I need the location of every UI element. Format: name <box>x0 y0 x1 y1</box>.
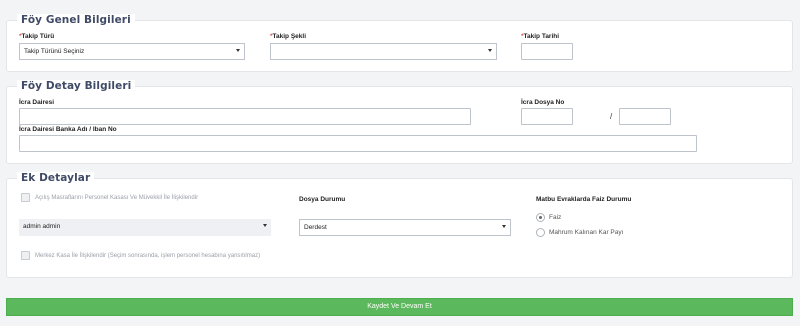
kar-payi-radio-label: Mahrum Kalınan Kar Payı <box>549 229 624 236</box>
foy-detay-legend: Föy Detay Bilgileri <box>17 80 136 92</box>
dosya-no-separator: / <box>610 112 613 121</box>
dosya-durumu-label: Dosya Durumu <box>299 196 346 203</box>
banka-iban-label: İcra Dairesi Banka Adı / Iban No <box>19 126 117 133</box>
masraf-checkbox-label: Açılış Masraflarını Personel Kasası Ve M… <box>35 195 199 201</box>
takip-tarihi-input[interactable] <box>521 43 573 60</box>
dosya-durumu-select[interactable]: Derdest <box>299 219 511 236</box>
takip-turu-label: *Takip Türü <box>19 33 55 40</box>
takip-turu-select[interactable]: Takip Türünü Seçiniz <box>19 43 245 60</box>
faiz-durumu-label: Matbu Evraklarda Faiz Durumu <box>536 196 632 203</box>
takip-sekli-label: *Takip Şekli <box>270 33 307 40</box>
banka-iban-input[interactable] <box>19 135 697 152</box>
merkez-kasa-checkbox-label: Merkez Kasa İle İlişkilendir (Seçim sonr… <box>35 253 261 259</box>
ek-detaylar-legend: Ek Detaylar <box>17 172 95 184</box>
foy-genel-legend: Föy Genel Bilgileri <box>17 14 135 26</box>
foy-detay-panel: Föy Detay Bilgileri İcra Dairesi İcra Do… <box>6 80 793 164</box>
masraf-checkbox[interactable] <box>21 193 30 202</box>
icra-dosya-no-label: İcra Dosya No <box>521 99 565 106</box>
takip-turu-value: Takip Türünü Seçiniz <box>24 48 85 55</box>
chevron-down-icon <box>502 225 506 228</box>
foy-genel-panel: Föy Genel Bilgileri *Takip Türü Takip Tü… <box>6 14 793 72</box>
personel-select[interactable]: admin admin <box>19 219 271 236</box>
icra-dosya-no-input-1[interactable] <box>521 108 573 125</box>
icra-dairesi-input[interactable] <box>19 108 471 125</box>
faiz-radio-label: Faiz <box>549 214 562 221</box>
ek-detaylar-panel: Ek Detaylar Açılış Masraflarını Personel… <box>6 172 793 278</box>
chevron-down-icon <box>263 224 267 227</box>
kar-payi-radio[interactable] <box>536 228 545 237</box>
chevron-down-icon <box>488 49 492 52</box>
chevron-down-icon <box>236 49 240 52</box>
takip-sekli-select[interactable] <box>270 43 497 60</box>
save-continue-button[interactable]: Kaydet Ve Devam Et <box>6 298 793 316</box>
merkez-kasa-checkbox[interactable] <box>21 251 30 260</box>
dosya-durumu-value: Derdest <box>304 224 327 231</box>
icra-dosya-no-input-2[interactable] <box>619 108 671 125</box>
faiz-radio[interactable] <box>536 213 545 222</box>
icra-dairesi-label: İcra Dairesi <box>19 99 55 106</box>
personel-select-value: admin admin <box>23 223 61 230</box>
takip-tarihi-label: *Takip Tarihi <box>521 33 560 40</box>
